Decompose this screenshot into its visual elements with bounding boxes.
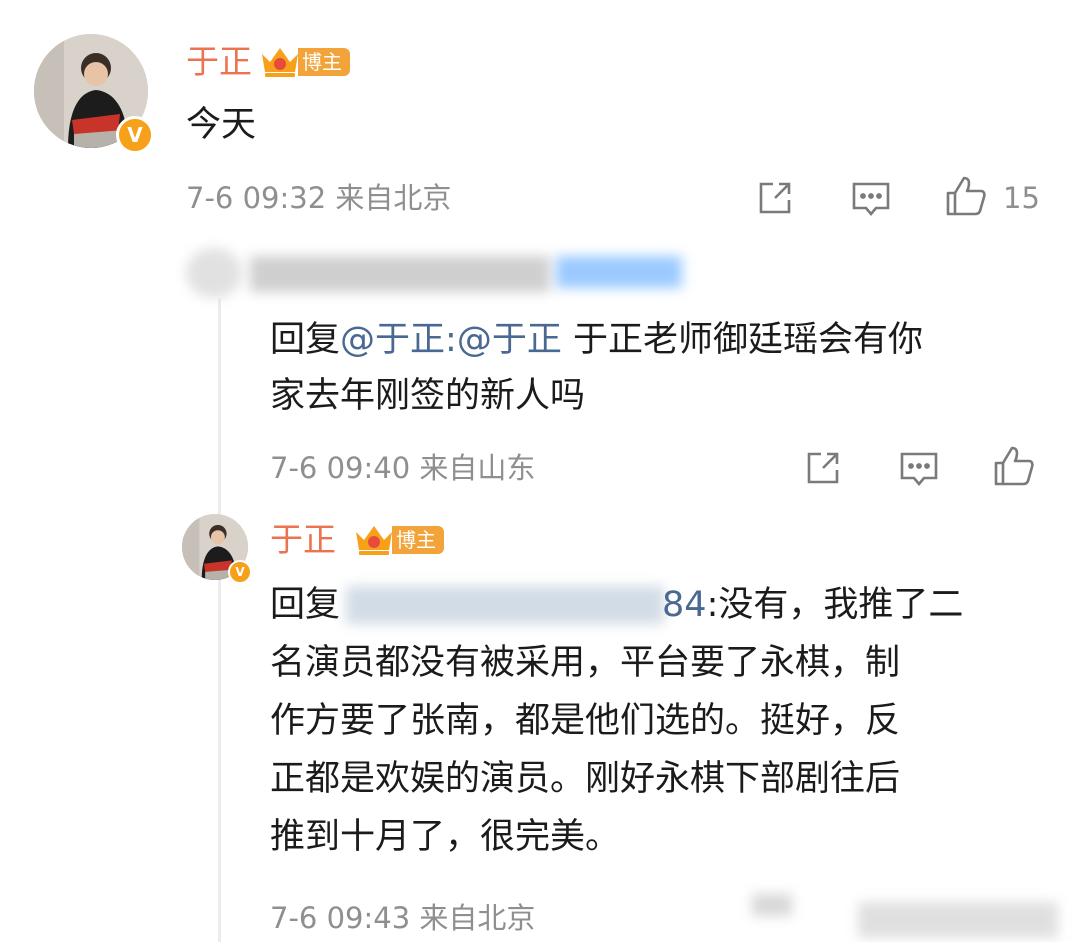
share-icon[interactable] [755,178,795,222]
reply2-actions-blurred [858,902,1058,938]
reply1-colon: : [445,320,457,360]
reply2-location: 来自北京 [419,901,536,935]
post-avatar[interactable]: V [34,34,158,158]
post-meta: 7-6 09:32 来自北京 [186,178,451,218]
reply1-username-blurred-2 [556,256,682,288]
reply2-blogger-tag: 博主 [352,520,444,560]
reply2-line2: 名演员都没有被采用，平台要了永棋，制 [270,643,901,683]
reply1-avatar-blurred [186,248,242,298]
like-icon[interactable] [944,174,988,222]
reply1-meta: 7-6 09:40 来自山东 [270,448,535,488]
like-count: 15 [1003,181,1040,215]
post-text: 今天 [186,105,257,145]
post-time: 7-6 09:32 [186,181,327,215]
reply1-line1: 于正老师御廷瑶会有你 [561,320,923,360]
reply2-verified-badge-icon: V [228,560,252,584]
reply1-line2: 家去年刚签的新人吗 [270,376,586,416]
thread-line [218,298,221,942]
blogger-tag-label: 博主 [298,48,350,76]
verified-badge-icon: V [116,116,154,154]
post-location: 来自北京 [335,181,452,215]
watermark-blurred [752,894,792,916]
reply1-mention-1[interactable]: @于正 [340,320,445,360]
reply2-username[interactable]: 于正 [270,518,336,562]
reply1-mention-2[interactable]: @于正 [457,320,562,360]
reply1-location: 来自山东 [419,451,536,485]
reply1-comment-icon[interactable] [898,450,940,494]
reply2-line3: 作方要了张南，都是他们选的。挺好，反 [270,701,901,741]
reply1-username-blurred [250,256,550,292]
reply1-like-icon[interactable] [992,444,1036,492]
crown-icon [258,42,302,82]
reply2-line4: 正都是欢娱的演员。刚好永棋下部剧往后 [270,759,901,799]
reply2-avatar[interactable]: V [182,514,254,586]
reply1-time: 7-6 09:40 [270,451,411,485]
reply2-time: 7-6 09:43 [270,901,411,935]
comment-icon[interactable] [850,180,892,224]
reply2-crown-icon [352,520,396,560]
post-username[interactable]: 于正 [186,40,252,84]
reply2-meta: 7-6 09:43 来自北京 [270,898,535,938]
reply2-text: 回复 84:没有，我推了二 名演员都没有被采用，平台要了永棋，制 作方要了张南，都… [270,576,1060,866]
reply2-line1: :没有，我推了二 [706,585,964,625]
reply2-blogger-tag-label: 博主 [392,526,444,554]
blogger-tag: 博主 [258,42,350,82]
reply1-text: 回复@于正:@于正 于正老师御廷瑶会有你 家去年刚签的新人吗 [270,312,1050,424]
reply1-share-icon[interactable] [803,448,843,492]
reply1-prefix: 回复 [270,320,341,360]
reply2-line5: 推到十月了，很完美。 [270,817,621,857]
reply2-prefix: 回复 [270,585,341,625]
reply2-mention-tail[interactable]: 84 [662,585,707,625]
